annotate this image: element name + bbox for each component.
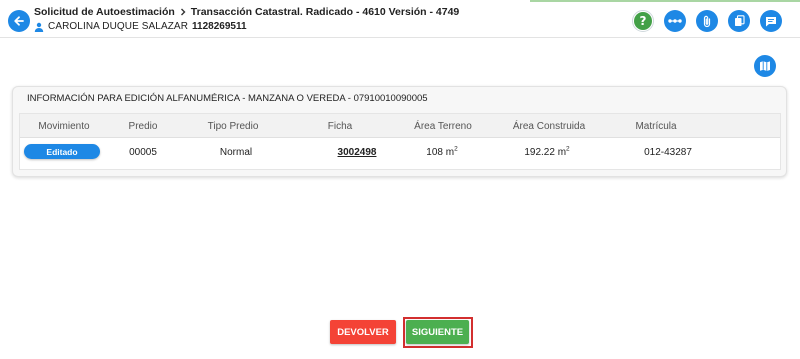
column-header-movimiento: Movimiento [38,121,90,132]
more-horizontal-icon [668,19,682,23]
map-icon [760,61,770,71]
messages-button[interactable] [760,10,782,32]
chevron-right-icon [179,8,187,16]
breadcrumb-root[interactable]: Solicitud de Autoestimación [34,6,175,18]
back-button[interactable] [8,10,30,32]
message-icon [766,16,776,26]
area-terreno-value: 108 m [426,147,455,158]
copy-icon [734,15,745,26]
cell-area-terreno: 108 m2 [426,145,458,158]
header: Solicitud de Autoestimación Transacción … [0,0,800,38]
breadcrumb-current: Transacción Catastral. Radicado - 4610 V… [190,6,460,18]
ficha-link[interactable]: 3002498 [338,147,377,158]
paperclip-icon [703,15,711,27]
panel-title: INFORMACIÓN PARA EDICIÓN ALFANUMÉRICA - … [27,93,428,104]
user-name: CAROLINA DUQUE SALAZAR [48,21,189,32]
column-header-ficha: Ficha [327,121,353,132]
devolver-button[interactable]: DEVOLVER [330,320,396,344]
alphanumeric-edit-panel: INFORMACIÓN PARA EDICIÓN ALFANUMÉRICA - … [12,86,787,177]
more-button[interactable] [664,10,686,32]
properties-table: Movimiento Predio Tipo Predio Ficha Área… [19,113,781,170]
table-header: Movimiento Predio Tipo Predio Ficha Área… [20,114,780,138]
column-header-area-construida: Área Construida [512,121,586,132]
column-header-area-terreno: Área Terreno [414,121,472,132]
cell-matricula: 012-43287 [644,147,692,158]
user-id: 1128269511 [192,21,247,32]
cell-tipo-predio: Normal [219,147,253,158]
cell-area-construida: 192.22 m2 [524,145,570,158]
column-header-tipo-predio: Tipo Predio [207,121,259,132]
area-construida-exponent: 2 [566,145,570,153]
help-button[interactable]: ? [632,10,654,32]
back-arrow-icon [14,16,24,26]
area-construida-value: 192.22 m [524,147,567,158]
movement-status-button[interactable]: Editado [24,144,100,159]
column-header-matricula: Matrícula [635,121,677,132]
map-button[interactable] [754,55,776,77]
user-info: CAROLINA DUQUE SALAZAR 1128269511 [34,21,247,32]
area-terreno-exponent: 2 [454,145,458,153]
attachments-button[interactable] [696,10,718,32]
column-header-predio: Predio [128,121,158,132]
siguiente-button[interactable]: SIGUIENTE [406,320,469,344]
documents-button[interactable] [728,10,750,32]
breadcrumb: Solicitud de Autoestimación Transacción … [34,6,459,18]
help-icon: ? [634,12,652,30]
cell-predio: 00005 [129,147,157,158]
person-icon [34,22,44,32]
header-actions: ? [632,10,782,32]
